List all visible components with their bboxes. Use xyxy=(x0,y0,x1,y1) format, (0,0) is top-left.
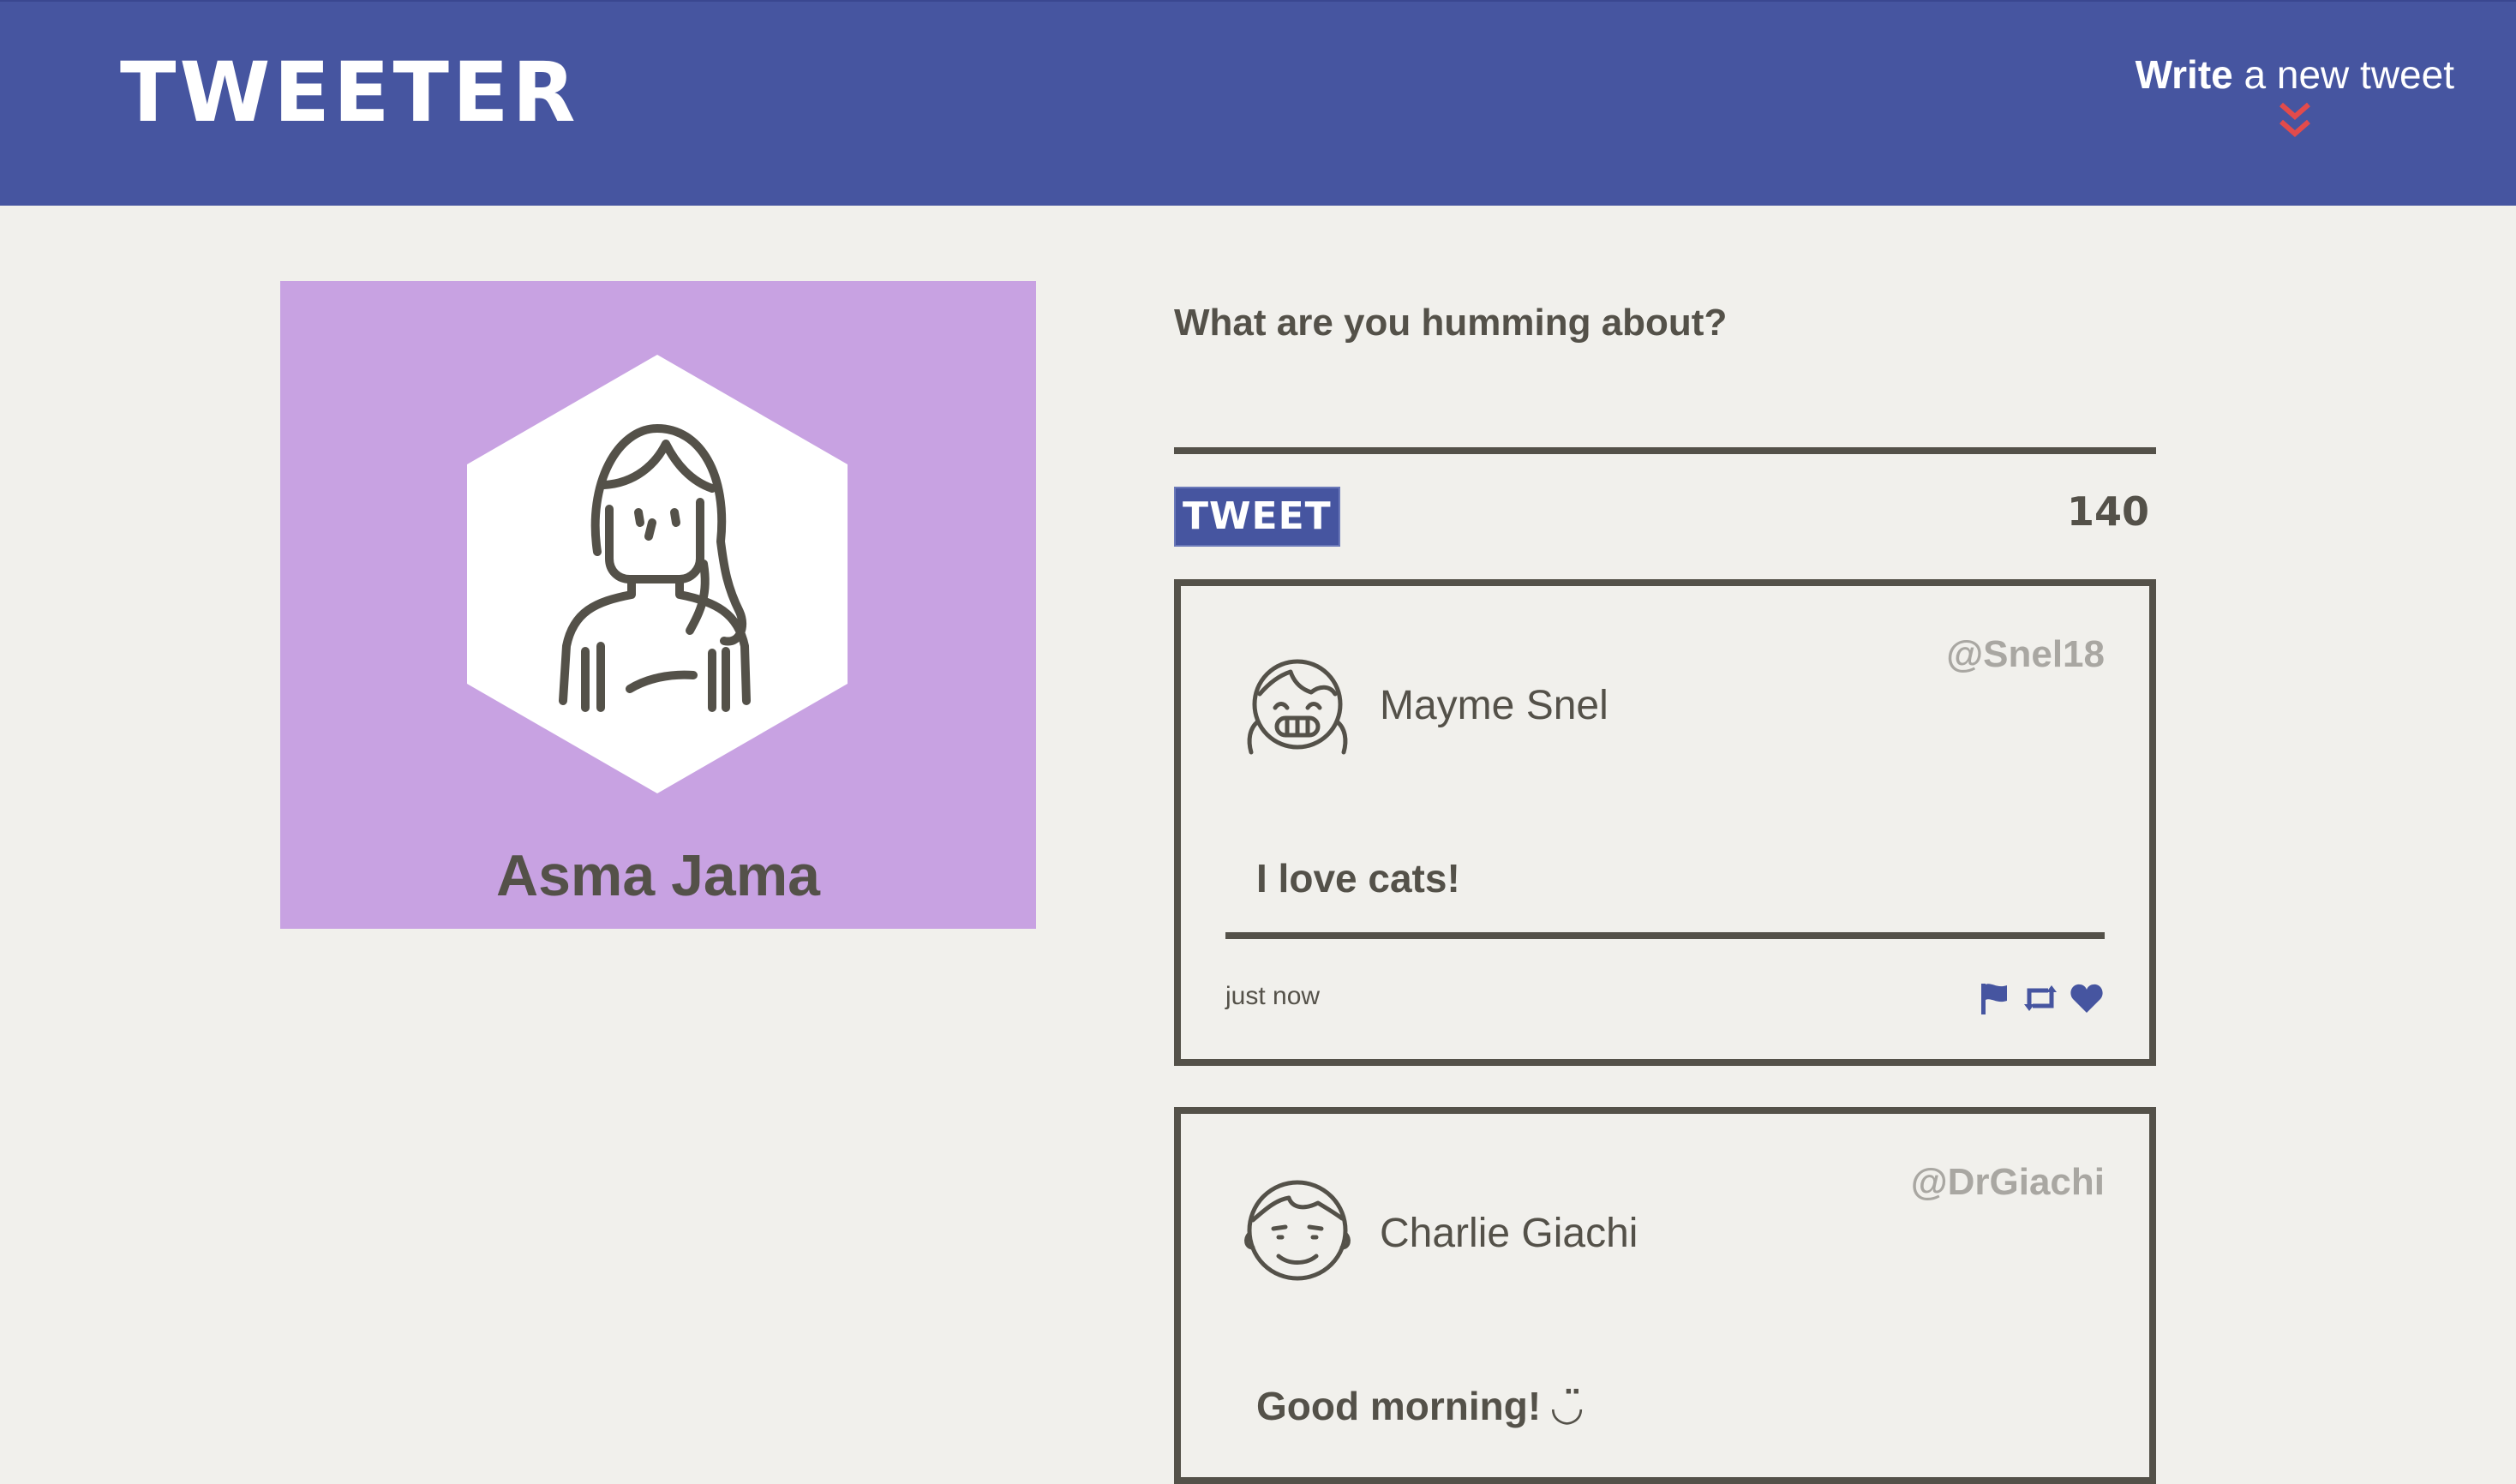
tweet-card: Mayme Snel @Snel18 I love cats! just now xyxy=(1174,579,2156,1066)
character-counter: 140 xyxy=(2066,488,2149,535)
tweet-timestamp: just now xyxy=(1225,982,1321,1010)
tweet-handle[interactable]: @DrGiachi xyxy=(1911,1164,2105,1201)
brand-logo[interactable]: TWEETER xyxy=(120,51,579,134)
flag-icon[interactable] xyxy=(1976,980,2012,1016)
composer-footer: TWEET 140 xyxy=(1174,487,2156,548)
profile-card: Asma Jama xyxy=(280,281,1036,929)
profile-name: Asma Jama xyxy=(495,843,821,908)
double-chevron-down-icon[interactable] xyxy=(2276,101,2314,141)
tweet-composer: TWEET 140 xyxy=(1174,283,2156,548)
tweet-textarea[interactable] xyxy=(1174,283,2156,454)
tweet-handle[interactable]: @Snel18 xyxy=(1946,636,2105,673)
compose-label-rest: a new tweet xyxy=(2232,52,2455,97)
tweet-actions xyxy=(1976,980,2105,1016)
tweet-display-name: Mayme Snel xyxy=(1380,683,1608,728)
man-avatar-icon xyxy=(1244,1180,1351,1281)
heart-icon[interactable] xyxy=(2069,980,2105,1016)
tweet-content: I love cats! xyxy=(1256,856,1460,901)
tweet-card: Charlie Giachi @DrGiachi Good morning! ◡… xyxy=(1174,1107,2156,1484)
woman-avatar-icon xyxy=(467,355,848,793)
retweet-icon[interactable] xyxy=(2022,980,2058,1016)
tweet-divider xyxy=(1225,932,2105,939)
top-nav: TWEETER Write a new tweet xyxy=(0,0,2516,206)
compose-toggle[interactable]: Write a new tweet xyxy=(2136,55,2454,141)
tweet-display-name: Charlie Giachi xyxy=(1380,1211,1638,1256)
tweet-content: Good morning! ◡̈ xyxy=(1256,1384,1583,1428)
tweet-submit-button[interactable]: TWEET xyxy=(1174,487,1340,547)
compose-label-strong: Write xyxy=(2135,52,2233,97)
girl-avatar-icon xyxy=(1247,659,1348,755)
